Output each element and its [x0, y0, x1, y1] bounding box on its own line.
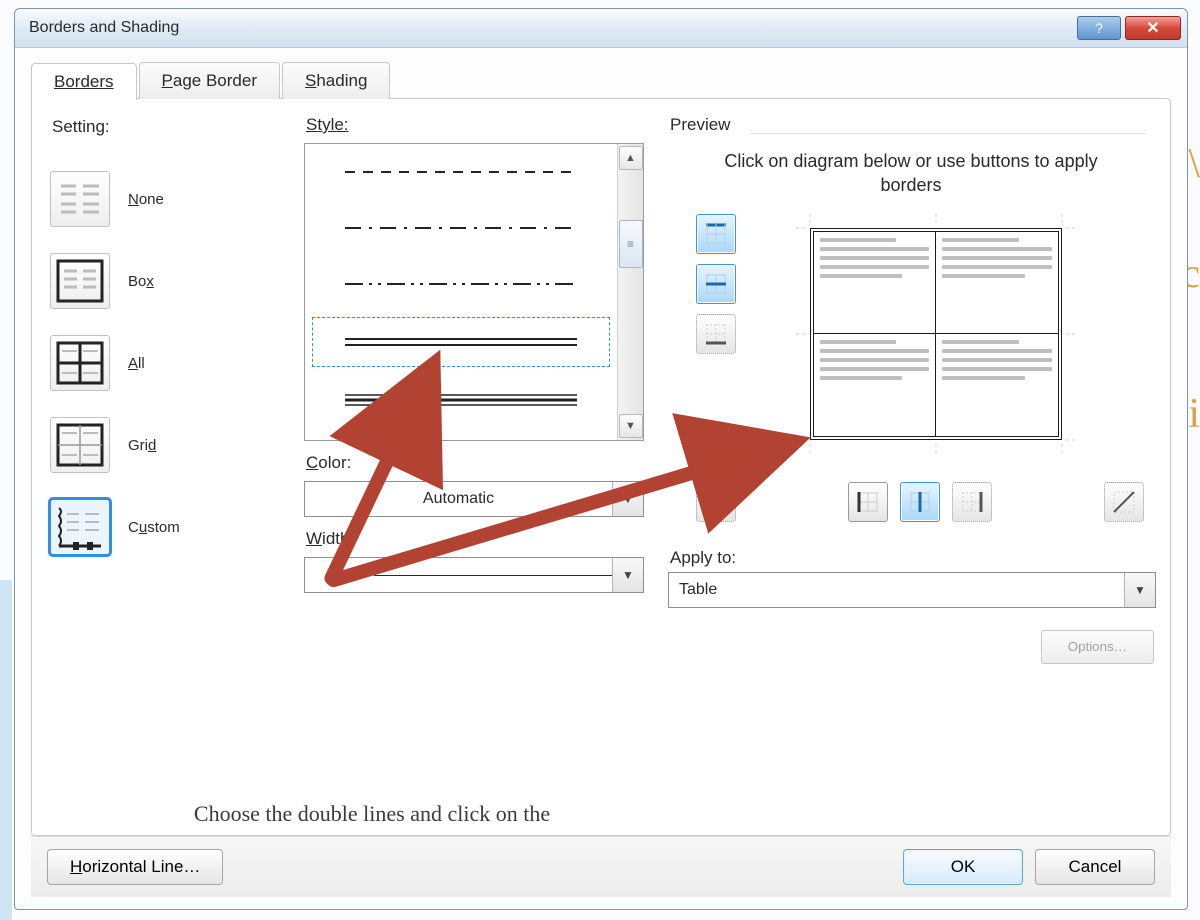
preview-diagram[interactable] [796, 214, 1076, 454]
style-item-dash-dot[interactable] [305, 200, 617, 256]
width-combo[interactable]: ½ pt ▼ [304, 557, 644, 593]
chevron-down-icon[interactable]: ▼ [612, 482, 643, 516]
bg-decoration: i [1188, 390, 1200, 438]
bg-decoration: \ [1188, 140, 1200, 188]
scroll-thumb[interactable] [619, 220, 643, 268]
close-icon: ✕ [1146, 18, 1159, 38]
width-value: ½ pt [327, 566, 358, 584]
vertical-edge-buttons [696, 214, 736, 354]
border-middle-v-button[interactable] [900, 482, 940, 522]
style-item-double[interactable] [309, 314, 613, 370]
border-bottom-button[interactable] [696, 314, 736, 354]
separator [750, 133, 1146, 134]
style-item-triple[interactable] [305, 372, 617, 428]
table-preview-icon[interactable] [810, 228, 1062, 440]
setting-option-box[interactable]: Box [50, 253, 280, 309]
width-label: Width: [306, 529, 644, 549]
border-diag-down-button[interactable] [696, 482, 736, 522]
scroll-track[interactable] [619, 172, 643, 412]
scroll-up-icon[interactable]: ▲ [619, 146, 643, 170]
apply-to-block: Apply to: Table ▼ [668, 548, 1154, 608]
style-list-items [305, 144, 617, 440]
borders-and-shading-dialog: Borders and Shading ? ✕ Borders Page Bor… [14, 8, 1188, 910]
border-diag-up-button[interactable] [1104, 482, 1144, 522]
setting-all-icon [50, 335, 110, 391]
tab-strip: Borders Page Border Shading [31, 62, 1171, 99]
border-middle-h-button[interactable] [696, 264, 736, 304]
setting-option-grid[interactable]: Grid [50, 417, 280, 473]
setting-option-custom[interactable]: Custom [50, 499, 280, 555]
annotation-text: Choose the double lines and click on the… [182, 799, 562, 836]
setting-box-icon [50, 253, 110, 309]
tab-borders[interactable]: Borders [31, 63, 137, 100]
cancel-button[interactable]: Cancel [1035, 849, 1155, 885]
color-label: Color: [306, 453, 644, 473]
chevron-down-icon[interactable]: ▼ [1124, 573, 1155, 607]
color-value: Automatic [305, 490, 612, 508]
bg-decoration [0, 580, 12, 920]
style-item-dash-dot-dot[interactable] [305, 256, 617, 312]
apply-to-label: Apply to: [670, 548, 1154, 568]
question-icon: ? [1095, 20, 1103, 36]
preview-column: Preview Click on diagram below or use bu… [668, 111, 1154, 825]
apply-to-combo[interactable]: Table ▼ [668, 572, 1156, 608]
scroll-down-icon[interactable]: ▼ [619, 414, 643, 438]
style-listbox[interactable]: ▲ ▼ [304, 143, 644, 441]
border-left-button[interactable] [848, 482, 888, 522]
setting-option-none[interactable]: None [50, 171, 280, 227]
horizontal-edge-buttons [668, 482, 1144, 522]
setting-label: Setting: [52, 117, 280, 137]
chevron-down-icon[interactable]: ▼ [612, 558, 643, 592]
close-button[interactable]: ✕ [1125, 16, 1181, 40]
style-scrollbar[interactable]: ▲ ▼ [617, 144, 643, 440]
width-sample-line-icon [374, 575, 612, 576]
horizontal-line-button[interactable]: Horizontal Line… [47, 849, 223, 885]
ok-button[interactable]: OK [903, 849, 1023, 885]
setting-column: Setting: None [50, 111, 280, 825]
dialog-client-area: Borders Page Border Shading Setting: [15, 48, 1187, 909]
border-top-button[interactable] [696, 214, 736, 254]
setting-grid-icon [50, 417, 110, 473]
titlebar: Borders and Shading ? ✕ [15, 9, 1187, 48]
setting-none-icon [50, 171, 110, 227]
borders-tab-panel: Setting: None [31, 98, 1171, 836]
dialog-footer: Horizontal Line… OK Cancel [31, 836, 1171, 897]
style-label: Style: [306, 115, 644, 135]
apply-to-value: Table [669, 581, 1124, 599]
help-button[interactable]: ? [1077, 16, 1121, 40]
setting-custom-icon [50, 499, 110, 555]
color-combo[interactable]: Automatic ▼ [304, 481, 644, 517]
tab-page-border[interactable]: Page Border [139, 62, 280, 99]
dialog-title: Borders and Shading [29, 19, 1073, 37]
tab-shading[interactable]: Shading [282, 62, 390, 99]
options-button: Options… [1041, 630, 1154, 664]
style-column: Style: [304, 111, 644, 825]
preview-label: Preview [668, 111, 1154, 141]
setting-option-all[interactable]: All [50, 335, 280, 391]
preview-hint: Click on diagram below or use buttons to… [708, 149, 1114, 198]
style-item-dashed[interactable] [305, 144, 617, 200]
preview-area [696, 214, 1154, 454]
border-right-button[interactable] [952, 482, 992, 522]
